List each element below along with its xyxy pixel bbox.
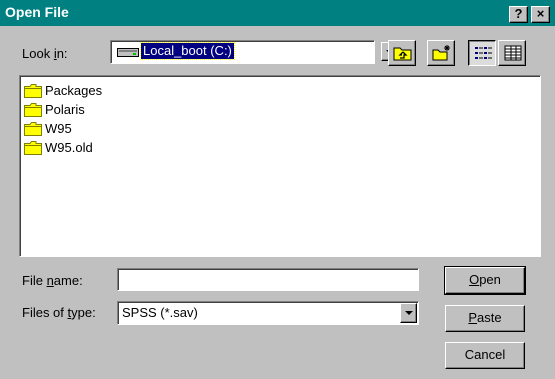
files-of-type-dropdown-button[interactable] <box>400 303 417 323</box>
list-view-icon <box>475 47 492 59</box>
file-item-w95-old[interactable]: W95.old <box>24 138 93 157</box>
file-name-label: File name: <box>22 273 83 288</box>
file-item-polaris[interactable]: Polaris <box>24 100 85 119</box>
close-button[interactable]: × <box>531 6 550 23</box>
folder-icon <box>24 121 42 136</box>
file-item-label: Packages <box>45 83 103 98</box>
list-view-button[interactable] <box>468 40 496 66</box>
files-of-type-value: SPSS (*.sav) <box>122 305 198 320</box>
title-bar[interactable]: Open File ? × <box>0 0 555 26</box>
help-button[interactable]: ? <box>509 6 528 23</box>
paste-button[interactable]: Paste <box>445 305 525 332</box>
files-of-type-combo[interactable]: SPSS (*.sav) <box>117 301 419 325</box>
file-item-packages[interactable]: Packages <box>24 81 102 100</box>
window-title: Open File <box>5 4 69 20</box>
look-in-combo[interactable]: Local_boot (C:) <box>110 40 375 64</box>
folder-icon <box>24 102 42 117</box>
files-of-type-label: Files of type: <box>22 305 96 320</box>
look-in-value: Local_boot (C:) <box>140 42 235 60</box>
file-list[interactable]: Packages Polaris W95 W95.old <box>19 75 541 257</box>
file-item-label: Polaris <box>45 102 85 117</box>
new-folder-button[interactable] <box>427 40 455 66</box>
file-item-label: W95 <box>45 121 72 136</box>
details-view-button[interactable] <box>498 40 526 66</box>
folder-icon <box>24 83 42 98</box>
file-item-w95[interactable]: W95 <box>24 119 72 138</box>
hard-drive-icon <box>117 48 139 57</box>
folder-icon <box>24 140 42 155</box>
up-one-level-icon <box>393 47 412 61</box>
open-button[interactable]: Open <box>444 266 526 295</box>
file-name-input[interactable] <box>117 268 419 291</box>
new-folder-icon <box>432 45 450 61</box>
open-file-dialog: Open File ? × Look in: Local_boot (C:) P… <box>0 0 555 379</box>
file-item-label: W95.old <box>45 140 93 155</box>
cancel-button[interactable]: Cancel <box>445 342 525 369</box>
look-in-label: Look in: <box>22 46 68 61</box>
details-view-icon <box>504 45 522 61</box>
up-one-level-button[interactable] <box>388 40 416 66</box>
